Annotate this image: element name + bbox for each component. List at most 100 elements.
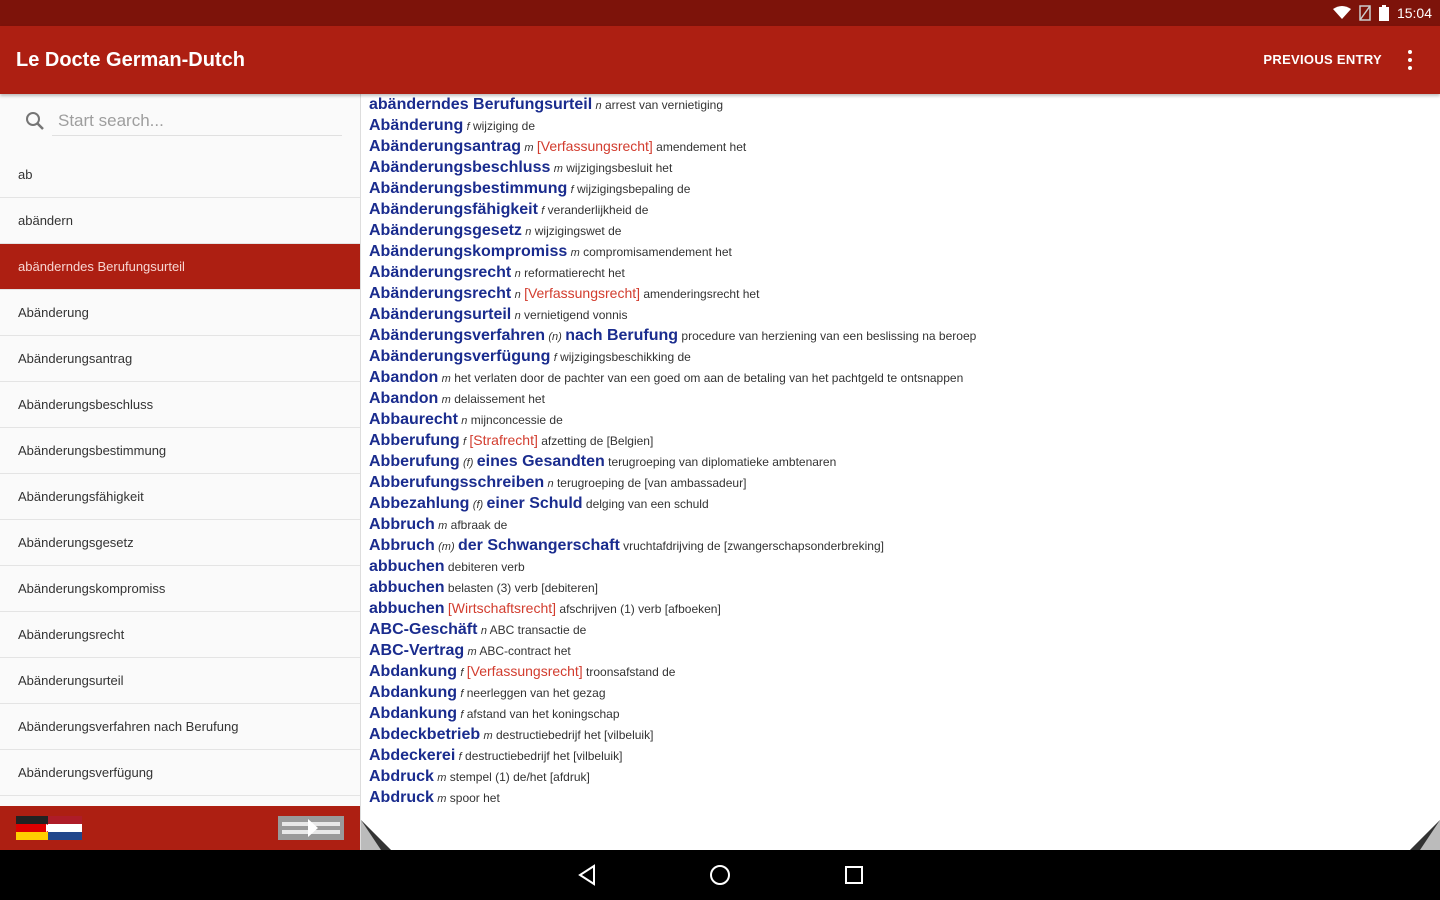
entry-headword: abbuchen — [369, 600, 445, 617]
page-curl-left-icon[interactable] — [361, 820, 391, 850]
entry-row[interactable]: Abänderungsurteil n vernietigend vonnis — [369, 304, 1440, 325]
entry-gender: m — [438, 520, 448, 532]
entry-row[interactable]: Abbruch m afbraak de — [369, 514, 1440, 535]
entry-row[interactable]: ABC-Geschäft n ABC transactie de — [369, 619, 1440, 640]
entry-translation: ABC-contract het — [479, 644, 571, 658]
entry-row[interactable]: Abandon m het verlaten door de pachter v… — [369, 367, 1440, 388]
entry-gender: f — [458, 751, 462, 763]
entry-translation: terugroeping de [van ambassadeur] — [556, 476, 747, 490]
entry-row[interactable]: Abberufung f [Strafrecht] afzetting de [… — [369, 430, 1440, 451]
word-list-item-selected[interactable]: abänderndes Berufungsurteil — [0, 244, 360, 290]
more-options-icon[interactable] — [1400, 50, 1420, 70]
entry-row[interactable]: Abänderungsverfahren (n) nach Berufung p… — [369, 325, 1440, 346]
entry-row[interactable]: Abbruch (m) der Schwangerschaft vruchtaf… — [369, 535, 1440, 556]
status-icons: 15:04 — [1332, 0, 1432, 26]
entry-row[interactable]: Abänderungsrecht n reformatierecht het — [369, 262, 1440, 283]
word-list-item[interactable]: Abänderungskompromiss — [0, 566, 360, 612]
app-title: Le Docte German-Dutch — [16, 49, 245, 71]
entry-row[interactable]: Abdankung f afstand van het koningschap — [369, 703, 1440, 724]
entry-gender: f — [460, 709, 464, 721]
entry-headword: Abberufung — [369, 432, 460, 449]
entry-row[interactable]: Abänderungsantrag m [Verfassungsrecht] a… — [369, 136, 1440, 157]
entry-row[interactable]: Abberufungsschreiben n terugroeping de [… — [369, 472, 1440, 493]
word-list-item[interactable]: Abänderungsgesetz — [0, 520, 360, 566]
entry-gender: m — [524, 142, 534, 154]
home-icon[interactable] — [708, 863, 732, 887]
page-curl-right-icon[interactable] — [1410, 820, 1440, 850]
word-list-item[interactable]: Abänderungsrecht — [0, 612, 360, 658]
search-input[interactable]: Start search... — [52, 106, 342, 136]
entry-translation: afbraak de — [450, 518, 508, 532]
entry-headword: Abänderungsbeschluss — [369, 159, 551, 176]
entry-row[interactable]: Abberufung (f) eines Gesandten terugroep… — [369, 451, 1440, 472]
word-list-item[interactable]: abändern — [0, 198, 360, 244]
entry-headword: Abbruch — [369, 537, 435, 554]
entry-translation: delaissement het — [454, 392, 545, 406]
word-list-item[interactable]: Abänderungsantrag — [0, 336, 360, 382]
search-bar: Start search... — [0, 94, 360, 152]
entry-gender: (m) — [438, 541, 455, 553]
entry-translation: afschrijven (1) verb [afboeken] — [559, 602, 721, 616]
entry-row[interactable]: Abbaurecht n mijnconcessie de — [369, 409, 1440, 430]
entry-gender: m — [441, 373, 451, 385]
entry-row[interactable]: Abandon m delaissement het — [369, 388, 1440, 409]
word-list-item[interactable]: Abänderungsverfahren nach Berufung — [0, 704, 360, 750]
entry-row[interactable]: ABC-Vertrag m ABC-contract het — [369, 640, 1440, 661]
entry-translation: arrest van vernietiging — [604, 98, 724, 112]
word-list-item[interactable]: Abänderungsbestimmung — [0, 428, 360, 474]
entry-translation: delging van een schuld — [585, 497, 709, 511]
word-list-item[interactable]: Abänderungsurteil — [0, 658, 360, 704]
entry-row[interactable]: Abdruck m stempel (1) de/het [afdruk] — [369, 766, 1440, 787]
entry-row[interactable]: Abänderungsrecht n [Verfassungsrecht] am… — [369, 283, 1440, 304]
entry-field-label: [Verfassungsrecht] — [466, 663, 583, 679]
entry-row[interactable]: Abänderungsgesetz n wijzigingswet de — [369, 220, 1440, 241]
entry-row[interactable]: Abdankung f [Verfassungsrecht] troonsafs… — [369, 661, 1440, 682]
word-list-item[interactable]: ab — [0, 152, 360, 198]
entry-row[interactable]: Abänderungsfähigkeit f veranderlijkheid … — [369, 199, 1440, 220]
dictionary-entries: abänderndes Berufungsurteil n arrest van… — [361, 94, 1440, 808]
app-bar: Le Docte German-Dutch PREVIOUS ENTRY — [0, 26, 1440, 94]
back-icon[interactable] — [576, 863, 600, 887]
entry-gender: m — [441, 394, 451, 406]
entry-headword: abbuchen — [369, 558, 445, 575]
entry-row[interactable]: Abdankung f neerleggen van het gezag — [369, 682, 1440, 703]
entry-row[interactable]: Abbezahlung (f) einer Schuld delging van… — [369, 493, 1440, 514]
previous-entry-button[interactable]: PREVIOUS ENTRY — [1263, 26, 1382, 94]
search-icon[interactable] — [24, 110, 46, 132]
swap-language-icon[interactable] — [278, 816, 344, 840]
entry-headword: Abdruck — [369, 768, 434, 785]
entry-list-view[interactable]: abänderndes Berufungsurteil n arrest van… — [361, 94, 1440, 850]
recents-icon[interactable] — [842, 863, 866, 887]
entry-row[interactable]: Abänderung f wijziging de — [369, 115, 1440, 136]
entry-headword: Abdankung — [369, 684, 457, 701]
word-list-item[interactable]: Abänderungsbeschluss — [0, 382, 360, 428]
entry-headword: Abbezahlung — [369, 495, 470, 512]
entry-row[interactable]: abänderndes Berufungsurteil n arrest van… — [369, 94, 1440, 115]
german-dutch-flag-icon[interactable] — [16, 816, 82, 840]
entry-gender: n — [514, 268, 521, 280]
entry-row[interactable]: Abänderungsverfügung f wijzigingsbeschik… — [369, 346, 1440, 367]
entry-headword: Abdeckerei — [369, 747, 456, 764]
entry-gender: n — [461, 415, 468, 427]
entry-row[interactable]: Abdeckerei f destructiebedrijf het [vilb… — [369, 745, 1440, 766]
entry-row[interactable]: Abänderungskompromiss m compromisamendem… — [369, 241, 1440, 262]
word-list-panel: Start search... ab abändern abänderndes Be… — [0, 94, 361, 850]
entry-gender: n — [525, 226, 532, 238]
word-list-item[interactable]: Abänderungsverfügung — [0, 750, 360, 796]
entry-row[interactable]: Abänderungsbeschluss m wijzigingsbesluit… — [369, 157, 1440, 178]
entry-translation: debiteren verb — [447, 560, 525, 574]
entry-row[interactable]: abbuchen debiteren verb — [369, 556, 1440, 577]
entry-row[interactable]: Abdruck m spoor het — [369, 787, 1440, 808]
entry-row[interactable]: abbuchen belasten (3) verb [debiteren] — [369, 577, 1440, 598]
entry-row[interactable]: Abänderungsbestimmung f wijzigingsbepali… — [369, 178, 1440, 199]
entry-gender: f — [553, 352, 557, 364]
word-list-item[interactable]: Abänderungsfähigkeit — [0, 474, 360, 520]
word-list-item[interactable]: Abänderung — [0, 290, 360, 336]
entry-row[interactable]: abbuchen [Wirtschaftsrecht] afschrijven … — [369, 598, 1440, 619]
entry-translation: troonsafstand de — [586, 665, 676, 679]
entry-row[interactable]: Abdeckbetrieb m destructiebedrijf het [v… — [369, 724, 1440, 745]
entry-headword-continuation: nach Berufung — [565, 327, 679, 344]
entry-translation: destructiebedrijf het [vilbeluik] — [496, 728, 654, 742]
entry-headword: Abänderung — [369, 117, 464, 134]
entry-gender: f — [466, 121, 470, 133]
